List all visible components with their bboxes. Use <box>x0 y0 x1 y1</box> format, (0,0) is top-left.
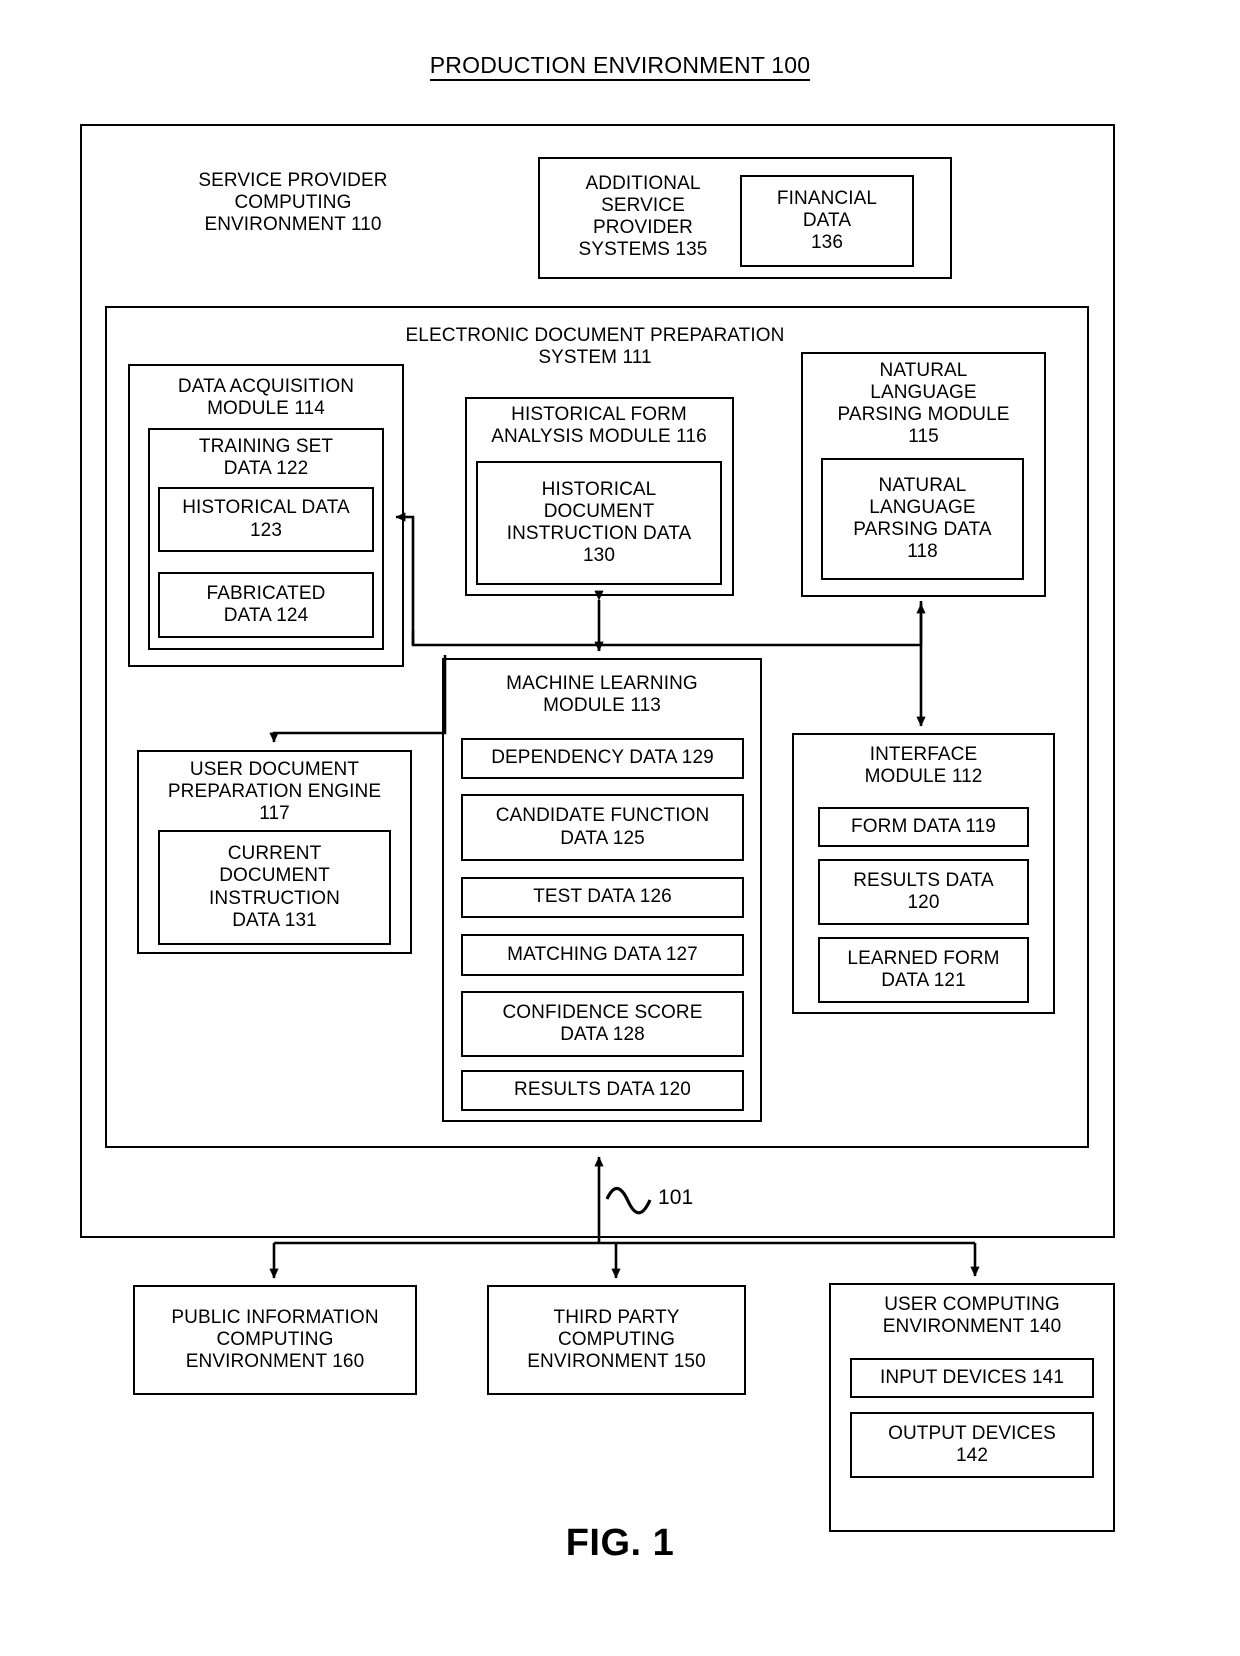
public-information-environment-label: PUBLIC INFORMATION COMPUTING ENVIRONMENT… <box>171 1306 379 1373</box>
test-data-label: TEST DATA 126 <box>533 886 672 908</box>
current-document-instruction-data-label: CURRENT DOCUMENT INSTRUCTION DATA 131 <box>209 843 340 931</box>
dependency-data-label: DEPENDENCY DATA 129 <box>491 747 714 769</box>
page-title-text: PRODUCTION ENVIRONMENT 100 <box>429 52 811 81</box>
matching-data-label: MATCHING DATA 127 <box>507 943 698 965</box>
historical-data-label: HISTORICAL DATA 123 <box>182 497 350 541</box>
figure-caption: FIG. 1 <box>565 1522 675 1564</box>
figure-canvas: PRODUCTION ENVIRONMENT 100 SERVICE PROVI… <box>0 0 1240 1656</box>
historical-form-analysis-module-label: HISTORICAL FORM ANALYSIS MODULE 116 <box>491 404 707 448</box>
natural-language-parsing-data-label: NATURAL LANGUAGE PARSING DATA 118 <box>853 474 992 563</box>
natural-language-parsing-module-label: NATURAL LANGUAGE PARSING MODULE 115 <box>837 360 1010 448</box>
service-provider-environment-label: SERVICE PROVIDER COMPUTING ENVIRONMENT 1… <box>198 170 388 236</box>
user-document-preparation-engine-label: USER DOCUMENT PREPARATION ENGINE 117 <box>167 759 382 825</box>
machine-learning-module-label: MACHINE LEARNING MODULE 113 <box>506 673 698 717</box>
financial-data-label: FINANCIAL DATA 136 <box>776 187 878 254</box>
ml-results-data-label: RESULTS DATA 120 <box>514 1079 691 1101</box>
confidence-score-data-label: CONFIDENCE SCORE DATA 128 <box>502 1001 703 1045</box>
electronic-document-preparation-system-label: ELECTRONIC DOCUMENT PREPARATION SYSTEM 1… <box>405 325 785 369</box>
user-computing-environment-label: USER COMPUTING ENVIRONMENT 140 <box>882 1294 1062 1338</box>
data-acquisition-module-label: DATA ACQUISITION MODULE 114 <box>177 376 355 420</box>
network-label: 101 <box>658 1186 694 1209</box>
training-set-data-label: TRAINING SET DATA 122 <box>198 436 334 480</box>
input-devices-label: INPUT DEVICES 141 <box>879 1366 1065 1388</box>
form-data-label: FORM DATA 119 <box>851 815 996 837</box>
interface-results-data-label: RESULTS DATA 120 <box>853 869 994 913</box>
interface-module-label: INTERFACE MODULE 112 <box>864 744 983 788</box>
third-party-environment-label: THIRD PARTY COMPUTING ENVIRONMENT 150 <box>527 1306 706 1373</box>
candidate-function-data-label: CANDIDATE FUNCTION DATA 125 <box>495 805 710 849</box>
fabricated-data-label: FABRICATED DATA 124 <box>206 582 326 626</box>
page-title: PRODUCTION ENVIRONMENT 100 <box>0 52 1240 81</box>
historical-document-instruction-data-label: HISTORICAL DOCUMENT INSTRUCTION DATA 130 <box>506 478 692 567</box>
learned-form-data-label: LEARNED FORM DATA 121 <box>847 947 1000 991</box>
additional-service-provider-systems-label: ADDITIONAL SERVICE PROVIDER SYSTEMS 135 <box>578 173 708 261</box>
output-devices-label: OUTPUT DEVICES 142 <box>888 1422 1056 1466</box>
